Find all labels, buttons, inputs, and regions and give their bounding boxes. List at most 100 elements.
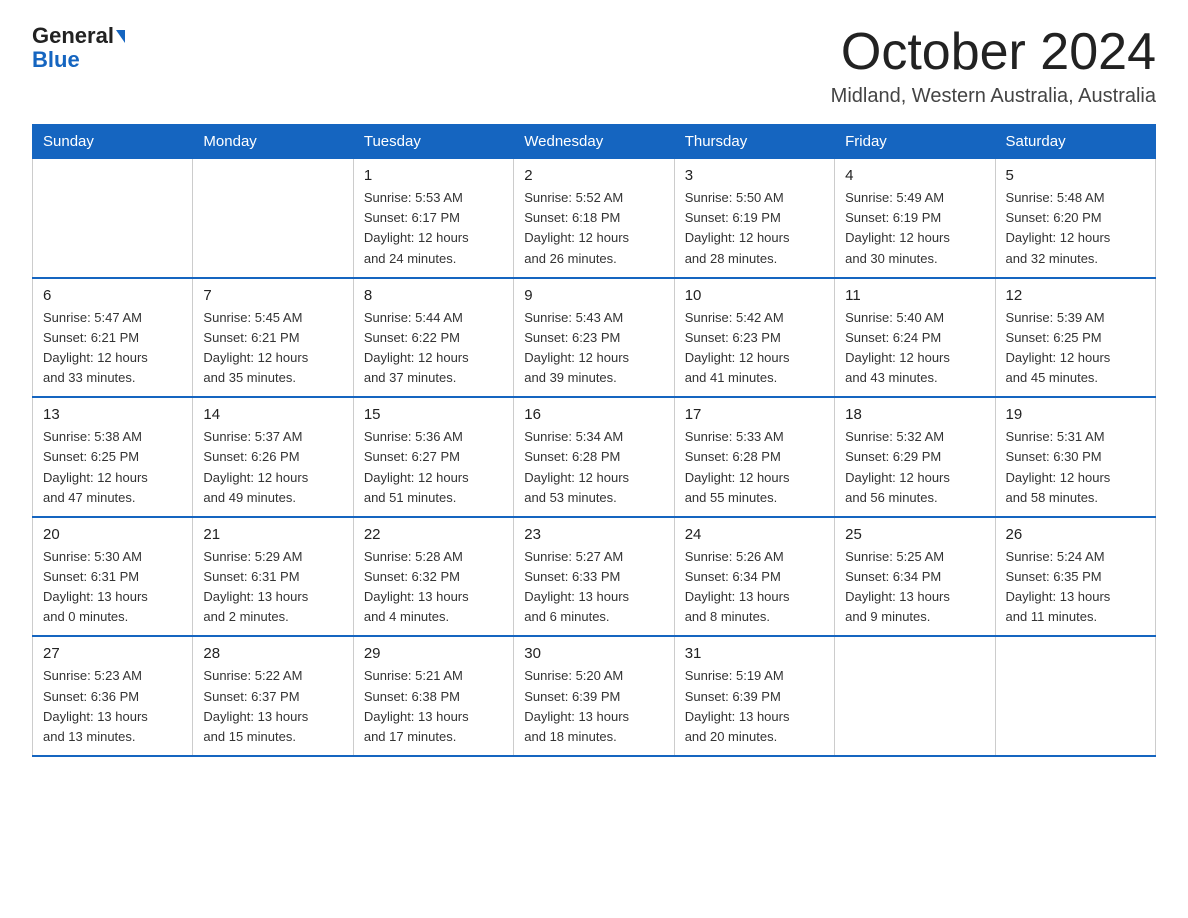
calendar-table: SundayMondayTuesdayWednesdayThursdayFrid…: [32, 124, 1156, 757]
calendar-cell: 31 Sunrise: 5:19 AM Sunset: 6:39 PM Dayli…: [674, 636, 834, 756]
day-info: Sunrise: 5:48 AM Sunset: 6:20 PM Dayligh…: [1006, 188, 1145, 269]
day-number: 19: [1006, 406, 1145, 423]
day-number: 18: [845, 406, 984, 423]
calendar-cell: 6 Sunrise: 5:47 AM Sunset: 6:21 PM Daylig…: [33, 278, 193, 398]
calendar-cell: 26 Sunrise: 5:24 AM Sunset: 6:35 PM Dayli…: [995, 517, 1155, 637]
day-info: Sunrise: 5:21 AM Sunset: 6:38 PM Dayligh…: [364, 666, 503, 747]
calendar-cell: 1 Sunrise: 5:53 AM Sunset: 6:17 PM Daylig…: [353, 159, 513, 278]
weekday-header-friday: Friday: [835, 125, 995, 159]
day-info: Sunrise: 5:45 AM Sunset: 6:21 PM Dayligh…: [203, 308, 342, 389]
day-info: Sunrise: 5:26 AM Sunset: 6:34 PM Dayligh…: [685, 547, 824, 628]
calendar-cell: 25 Sunrise: 5:25 AM Sunset: 6:34 PM Dayli…: [835, 517, 995, 637]
day-number: 4: [845, 167, 984, 184]
calendar-week-2: 6 Sunrise: 5:47 AM Sunset: 6:21 PM Daylig…: [33, 278, 1156, 398]
day-number: 13: [43, 406, 182, 423]
day-info: Sunrise: 5:39 AM Sunset: 6:25 PM Dayligh…: [1006, 308, 1145, 389]
day-number: 1: [364, 167, 503, 184]
day-number: 26: [1006, 526, 1145, 543]
weekday-header-sunday: Sunday: [33, 125, 193, 159]
weekday-header-monday: Monday: [193, 125, 353, 159]
day-info: Sunrise: 5:36 AM Sunset: 6:27 PM Dayligh…: [364, 427, 503, 508]
weekday-header-saturday: Saturday: [995, 125, 1155, 159]
day-number: 27: [43, 645, 182, 662]
calendar-cell: 17Sunrise: 5:33 AM Sunset: 6:28 PM Dayli…: [674, 397, 834, 517]
weekday-header-tuesday: Tuesday: [353, 125, 513, 159]
calendar-cell: 2 Sunrise: 5:52 AM Sunset: 6:18 PM Daylig…: [514, 159, 674, 278]
day-info: Sunrise: 5:20 AM Sunset: 6:39 PM Dayligh…: [524, 666, 663, 747]
day-number: 9: [524, 287, 663, 304]
calendar-body: 1 Sunrise: 5:53 AM Sunset: 6:17 PM Daylig…: [33, 159, 1156, 756]
day-info: Sunrise: 5:28 AM Sunset: 6:32 PM Dayligh…: [364, 547, 503, 628]
calendar-cell: 13 Sunrise: 5:38 AM Sunset: 6:25 PM Dayli…: [33, 397, 193, 517]
calendar-cell: 29 Sunrise: 5:21 AM Sunset: 6:38 PM Dayli…: [353, 636, 513, 756]
day-info: Sunrise: 5:32 AM Sunset: 6:29 PM Dayligh…: [845, 427, 984, 508]
day-info: Sunrise: 5:38 AM Sunset: 6:25 PM Dayligh…: [43, 427, 182, 508]
calendar-cell: 12Sunrise: 5:39 AM Sunset: 6:25 PM Dayli…: [995, 278, 1155, 398]
day-number: 10: [685, 287, 824, 304]
day-number: 14: [203, 406, 342, 423]
day-info: Sunrise: 5:25 AM Sunset: 6:34 PM Dayligh…: [845, 547, 984, 628]
day-number: 16: [524, 406, 663, 423]
day-number: 5: [1006, 167, 1145, 184]
calendar-cell: 19Sunrise: 5:31 AM Sunset: 6:30 PM Dayli…: [995, 397, 1155, 517]
day-info: Sunrise: 5:30 AM Sunset: 6:31 PM Dayligh…: [43, 547, 182, 628]
calendar-cell: 15 Sunrise: 5:36 AM Sunset: 6:27 PM Dayli…: [353, 397, 513, 517]
day-info: Sunrise: 5:29 AM Sunset: 6:31 PM Dayligh…: [203, 547, 342, 628]
title-block: October 2024 Midland, Western Australia,…: [831, 24, 1156, 108]
day-info: Sunrise: 5:24 AM Sunset: 6:35 PM Dayligh…: [1006, 547, 1145, 628]
day-number: 29: [364, 645, 503, 662]
calendar-cell: 10 Sunrise: 5:42 AM Sunset: 6:23 PM Dayli…: [674, 278, 834, 398]
calendar-cell: 22Sunrise: 5:28 AM Sunset: 6:32 PM Dayli…: [353, 517, 513, 637]
page-header: General Blue October 2024 Midland, Weste…: [32, 24, 1156, 108]
calendar-cell: 9 Sunrise: 5:43 AM Sunset: 6:23 PM Daylig…: [514, 278, 674, 398]
day-info: Sunrise: 5:19 AM Sunset: 6:39 PM Dayligh…: [685, 666, 824, 747]
day-number: 31: [685, 645, 824, 662]
calendar-cell: [33, 159, 193, 278]
calendar-cell: 28Sunrise: 5:22 AM Sunset: 6:37 PM Dayli…: [193, 636, 353, 756]
calendar-cell: 27 Sunrise: 5:23 AM Sunset: 6:36 PM Dayli…: [33, 636, 193, 756]
calendar-cell: 20 Sunrise: 5:30 AM Sunset: 6:31 PM Dayli…: [33, 517, 193, 637]
day-info: Sunrise: 5:27 AM Sunset: 6:33 PM Dayligh…: [524, 547, 663, 628]
day-info: Sunrise: 5:52 AM Sunset: 6:18 PM Dayligh…: [524, 188, 663, 269]
calendar-cell: 24Sunrise: 5:26 AM Sunset: 6:34 PM Dayli…: [674, 517, 834, 637]
calendar-header: SundayMondayTuesdayWednesdayThursdayFrid…: [33, 125, 1156, 159]
calendar-cell: 3Sunrise: 5:50 AM Sunset: 6:19 PM Daylig…: [674, 159, 834, 278]
weekday-header-row: SundayMondayTuesdayWednesdayThursdayFrid…: [33, 125, 1156, 159]
calendar-cell: 21Sunrise: 5:29 AM Sunset: 6:31 PM Dayli…: [193, 517, 353, 637]
day-info: Sunrise: 5:42 AM Sunset: 6:23 PM Dayligh…: [685, 308, 824, 389]
calendar-week-4: 20 Sunrise: 5:30 AM Sunset: 6:31 PM Dayli…: [33, 517, 1156, 637]
calendar-cell: 4Sunrise: 5:49 AM Sunset: 6:19 PM Daylig…: [835, 159, 995, 278]
day-number: 11: [845, 287, 984, 304]
day-number: 15: [364, 406, 503, 423]
calendar-cell: 18 Sunrise: 5:32 AM Sunset: 6:29 PM Dayli…: [835, 397, 995, 517]
calendar-cell: 8 Sunrise: 5:44 AM Sunset: 6:22 PM Daylig…: [353, 278, 513, 398]
calendar-week-5: 27 Sunrise: 5:23 AM Sunset: 6:36 PM Dayli…: [33, 636, 1156, 756]
calendar-cell: [995, 636, 1155, 756]
day-info: Sunrise: 5:43 AM Sunset: 6:23 PM Dayligh…: [524, 308, 663, 389]
calendar-cell: 7Sunrise: 5:45 AM Sunset: 6:21 PM Daylig…: [193, 278, 353, 398]
day-number: 30: [524, 645, 663, 662]
day-info: Sunrise: 5:53 AM Sunset: 6:17 PM Dayligh…: [364, 188, 503, 269]
day-number: 20: [43, 526, 182, 543]
day-number: 8: [364, 287, 503, 304]
calendar-week-1: 1 Sunrise: 5:53 AM Sunset: 6:17 PM Daylig…: [33, 159, 1156, 278]
day-info: Sunrise: 5:47 AM Sunset: 6:21 PM Dayligh…: [43, 308, 182, 389]
day-number: 6: [43, 287, 182, 304]
calendar-cell: 14 Sunrise: 5:37 AM Sunset: 6:26 PM Dayli…: [193, 397, 353, 517]
calendar-cell: 11 Sunrise: 5:40 AM Sunset: 6:24 PM Dayli…: [835, 278, 995, 398]
day-number: 28: [203, 645, 342, 662]
day-number: 2: [524, 167, 663, 184]
logo: General Blue: [32, 24, 125, 72]
day-info: Sunrise: 5:34 AM Sunset: 6:28 PM Dayligh…: [524, 427, 663, 508]
day-info: Sunrise: 5:44 AM Sunset: 6:22 PM Dayligh…: [364, 308, 503, 389]
day-info: Sunrise: 5:37 AM Sunset: 6:26 PM Dayligh…: [203, 427, 342, 508]
calendar-cell: [835, 636, 995, 756]
calendar-cell: 16 Sunrise: 5:34 AM Sunset: 6:28 PM Dayli…: [514, 397, 674, 517]
calendar-cell: 30 Sunrise: 5:20 AM Sunset: 6:39 PM Dayli…: [514, 636, 674, 756]
day-number: 25: [845, 526, 984, 543]
logo-blue: Blue: [32, 48, 80, 72]
weekday-header-thursday: Thursday: [674, 125, 834, 159]
logo-triangle-icon: [116, 30, 125, 43]
day-info: Sunrise: 5:40 AM Sunset: 6:24 PM Dayligh…: [845, 308, 984, 389]
day-info: Sunrise: 5:23 AM Sunset: 6:36 PM Dayligh…: [43, 666, 182, 747]
